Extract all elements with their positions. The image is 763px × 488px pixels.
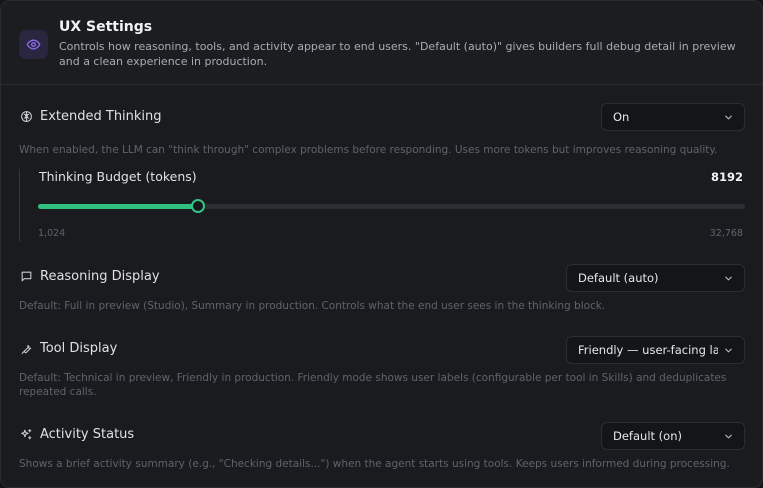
- tool-display-description: Default: Technical in preview, Friendly …: [19, 372, 727, 398]
- reasoning-display-description: Default: Full in preview (Studio), Summa…: [19, 300, 606, 312]
- activity-status-label: Activity Status: [40, 427, 135, 442]
- activity-status-title: Activity Status: [19, 427, 134, 442]
- reasoning-display-title: Reasoning Display: [19, 269, 160, 284]
- extended-thinking-select[interactable]: On: [601, 103, 745, 131]
- slider-thumb[interactable]: [191, 199, 205, 213]
- brain-icon: [19, 110, 33, 124]
- slider-fill: [38, 204, 198, 209]
- budget-group-divider: [19, 169, 20, 242]
- slider-min-label: 1,024: [38, 228, 66, 239]
- tool-display-title: Tool Display: [19, 341, 117, 356]
- thinking-budget-slider[interactable]: [38, 199, 745, 213]
- page-title: UX Settings: [59, 19, 153, 35]
- eye-icon: [19, 30, 48, 59]
- reasoning-display-value: Default (auto): [578, 271, 659, 285]
- activity-status-select[interactable]: Default (on): [601, 422, 745, 450]
- chevron-down-icon: [725, 348, 732, 353]
- extended-thinking-title: Extended Thinking: [19, 109, 162, 124]
- extended-thinking-value: On: [613, 110, 630, 124]
- sparkles-icon: [19, 428, 33, 442]
- tool-display-value: Friendly — user-facing labels: [578, 343, 718, 357]
- reasoning-display-label: Reasoning Display: [40, 269, 160, 284]
- ux-settings-panel: UX Settings Controls how reasoning, tool…: [0, 0, 763, 488]
- activity-status-description: Shows a brief activity summary (e.g., "C…: [19, 458, 730, 470]
- page-description: Controls how reasoning, tools, and activ…: [59, 40, 736, 68]
- chevron-down-icon: [725, 434, 732, 439]
- reasoning-display-select[interactable]: Default (auto): [566, 264, 745, 292]
- activity-status-value: Default (on): [613, 429, 682, 443]
- wrench-icon: [19, 342, 33, 356]
- slider-max-label: 32,768: [709, 228, 743, 239]
- chevron-down-icon: [725, 115, 732, 120]
- tool-display-select[interactable]: Friendly — user-facing labels: [566, 336, 745, 364]
- chat-bubble-icon: [19, 270, 33, 284]
- thinking-budget-label: Thinking Budget (tokens): [39, 169, 197, 184]
- thinking-budget-value: 8192: [710, 170, 743, 184]
- settings-header: UX Settings Controls how reasoning, tool…: [1, 1, 762, 85]
- tool-display-label: Tool Display: [40, 341, 118, 356]
- extended-thinking-label: Extended Thinking: [40, 109, 162, 124]
- extended-thinking-description: When enabled, the LLM can "think through…: [19, 144, 718, 156]
- chevron-down-icon: [725, 276, 732, 281]
